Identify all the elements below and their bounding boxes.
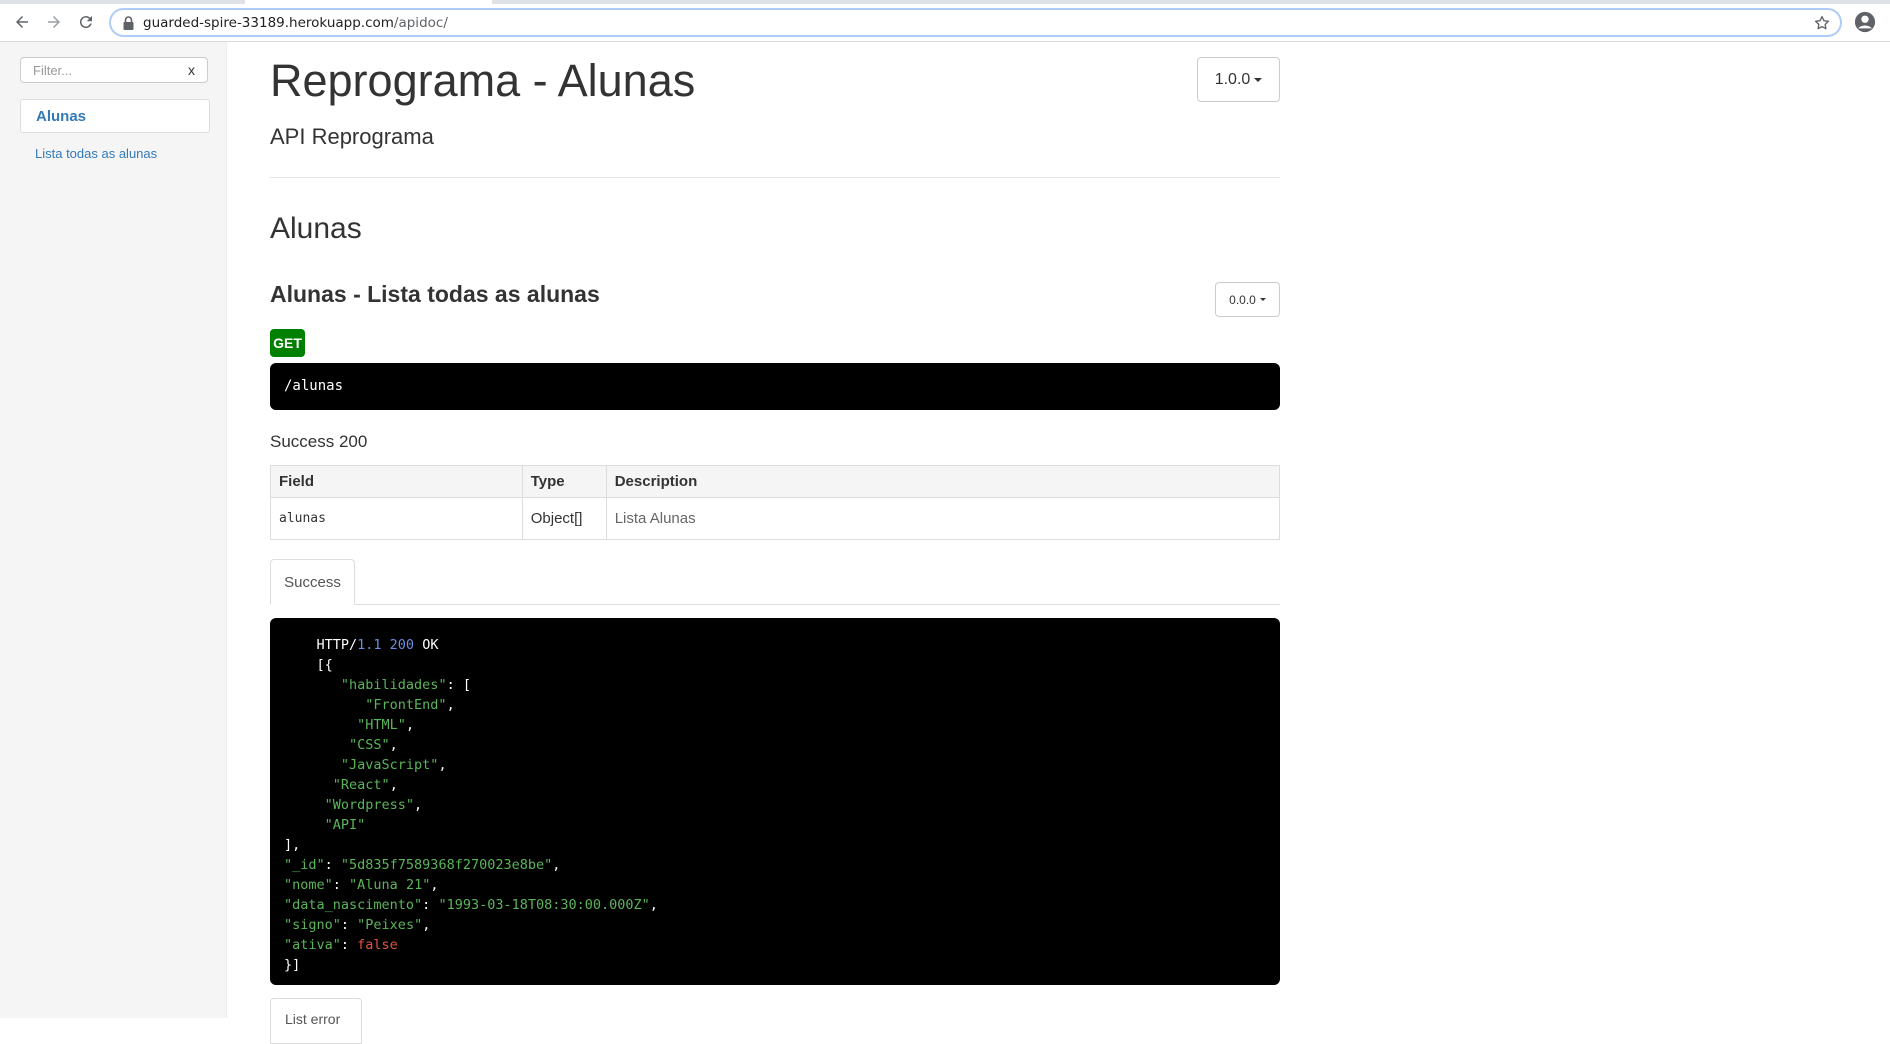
column-header-description: Description xyxy=(605,465,1281,498)
page-subtitle: API Reprograma xyxy=(270,124,434,149)
example-tabs: Success xyxy=(270,559,1280,605)
code-content: HTTP/1.1 200 OK [{ "habilidades": [ "Fro… xyxy=(284,637,658,973)
url-path: /apidoc/ xyxy=(393,15,448,31)
field-cell: alunas xyxy=(270,497,523,540)
tab-success[interactable]: Success xyxy=(270,559,355,605)
column-header-field: Field xyxy=(270,465,523,498)
url-text[interactable]: guarded-spire-33189.herokuapp.com/apidoc… xyxy=(143,15,448,31)
caret-down-icon xyxy=(1254,77,1263,82)
filter-input[interactable] xyxy=(21,58,181,82)
article-version-dropdown[interactable]: 0.0.0 xyxy=(1215,282,1280,317)
sidebar: x Alunas Lista todas as alunas xyxy=(0,42,227,1018)
sidebar-group-alunas[interactable]: Alunas xyxy=(20,99,210,133)
method-badge: GET xyxy=(270,329,305,357)
address-bar[interactable]: guarded-spire-33189.herokuapp.com/apidoc… xyxy=(109,8,1842,37)
profile-icon[interactable] xyxy=(1854,11,1876,33)
url-host: guarded-spire-33189.herokuapp.com xyxy=(143,15,394,31)
description-cell: Lista Alunas xyxy=(605,497,1281,540)
table-row: alunas Object[] Lista Alunas xyxy=(270,497,1281,540)
filter-clear-button[interactable]: x xyxy=(188,62,195,78)
caret-down-icon xyxy=(1259,298,1266,301)
tab-strip xyxy=(0,0,1890,4)
version-label: 1.0.0 xyxy=(1214,70,1251,88)
table-header-row: Field Type Description xyxy=(270,465,1281,498)
filter-box: x xyxy=(20,57,208,83)
sidebar-group-label: Alunas xyxy=(36,108,87,125)
reload-icon[interactable] xyxy=(74,10,98,34)
sidebar-item-lista-todas-as-alunas[interactable]: Lista todas as alunas xyxy=(35,146,157,161)
lock-icon[interactable] xyxy=(122,16,135,30)
active-tab[interactable] xyxy=(245,0,492,4)
success-heading: Success 200 xyxy=(270,432,368,451)
version-dropdown[interactable]: 1.0.0 xyxy=(1197,57,1280,102)
article-title: Alunas - Lista todas as alunas xyxy=(270,281,600,307)
section-title: Alunas xyxy=(270,212,362,245)
tab-list-error-label: List error xyxy=(285,1011,341,1027)
page-title: Reprograma - Alunas xyxy=(270,55,696,106)
browser-toolbar: guarded-spire-33189.herokuapp.com/apidoc… xyxy=(0,0,1890,42)
back-arrow-icon[interactable] xyxy=(10,10,34,34)
type-cell: Object[] xyxy=(521,497,607,540)
column-header-type: Type xyxy=(521,465,607,498)
star-icon[interactable] xyxy=(1813,14,1831,32)
forward-arrow-icon[interactable] xyxy=(42,10,66,34)
endpoint-path: /alunas xyxy=(284,378,344,394)
article-version-label: 0.0.0 xyxy=(1229,292,1256,307)
fields-table: Field Type Description alunas Object[] L… xyxy=(270,465,1281,540)
endpoint-box: /alunas xyxy=(270,363,1280,410)
tab-list-error[interactable]: List error xyxy=(270,998,362,1044)
success-example-code: HTTP/1.1 200 OK [{ "habilidades": [ "Fro… xyxy=(270,618,1280,985)
divider xyxy=(270,177,1280,178)
